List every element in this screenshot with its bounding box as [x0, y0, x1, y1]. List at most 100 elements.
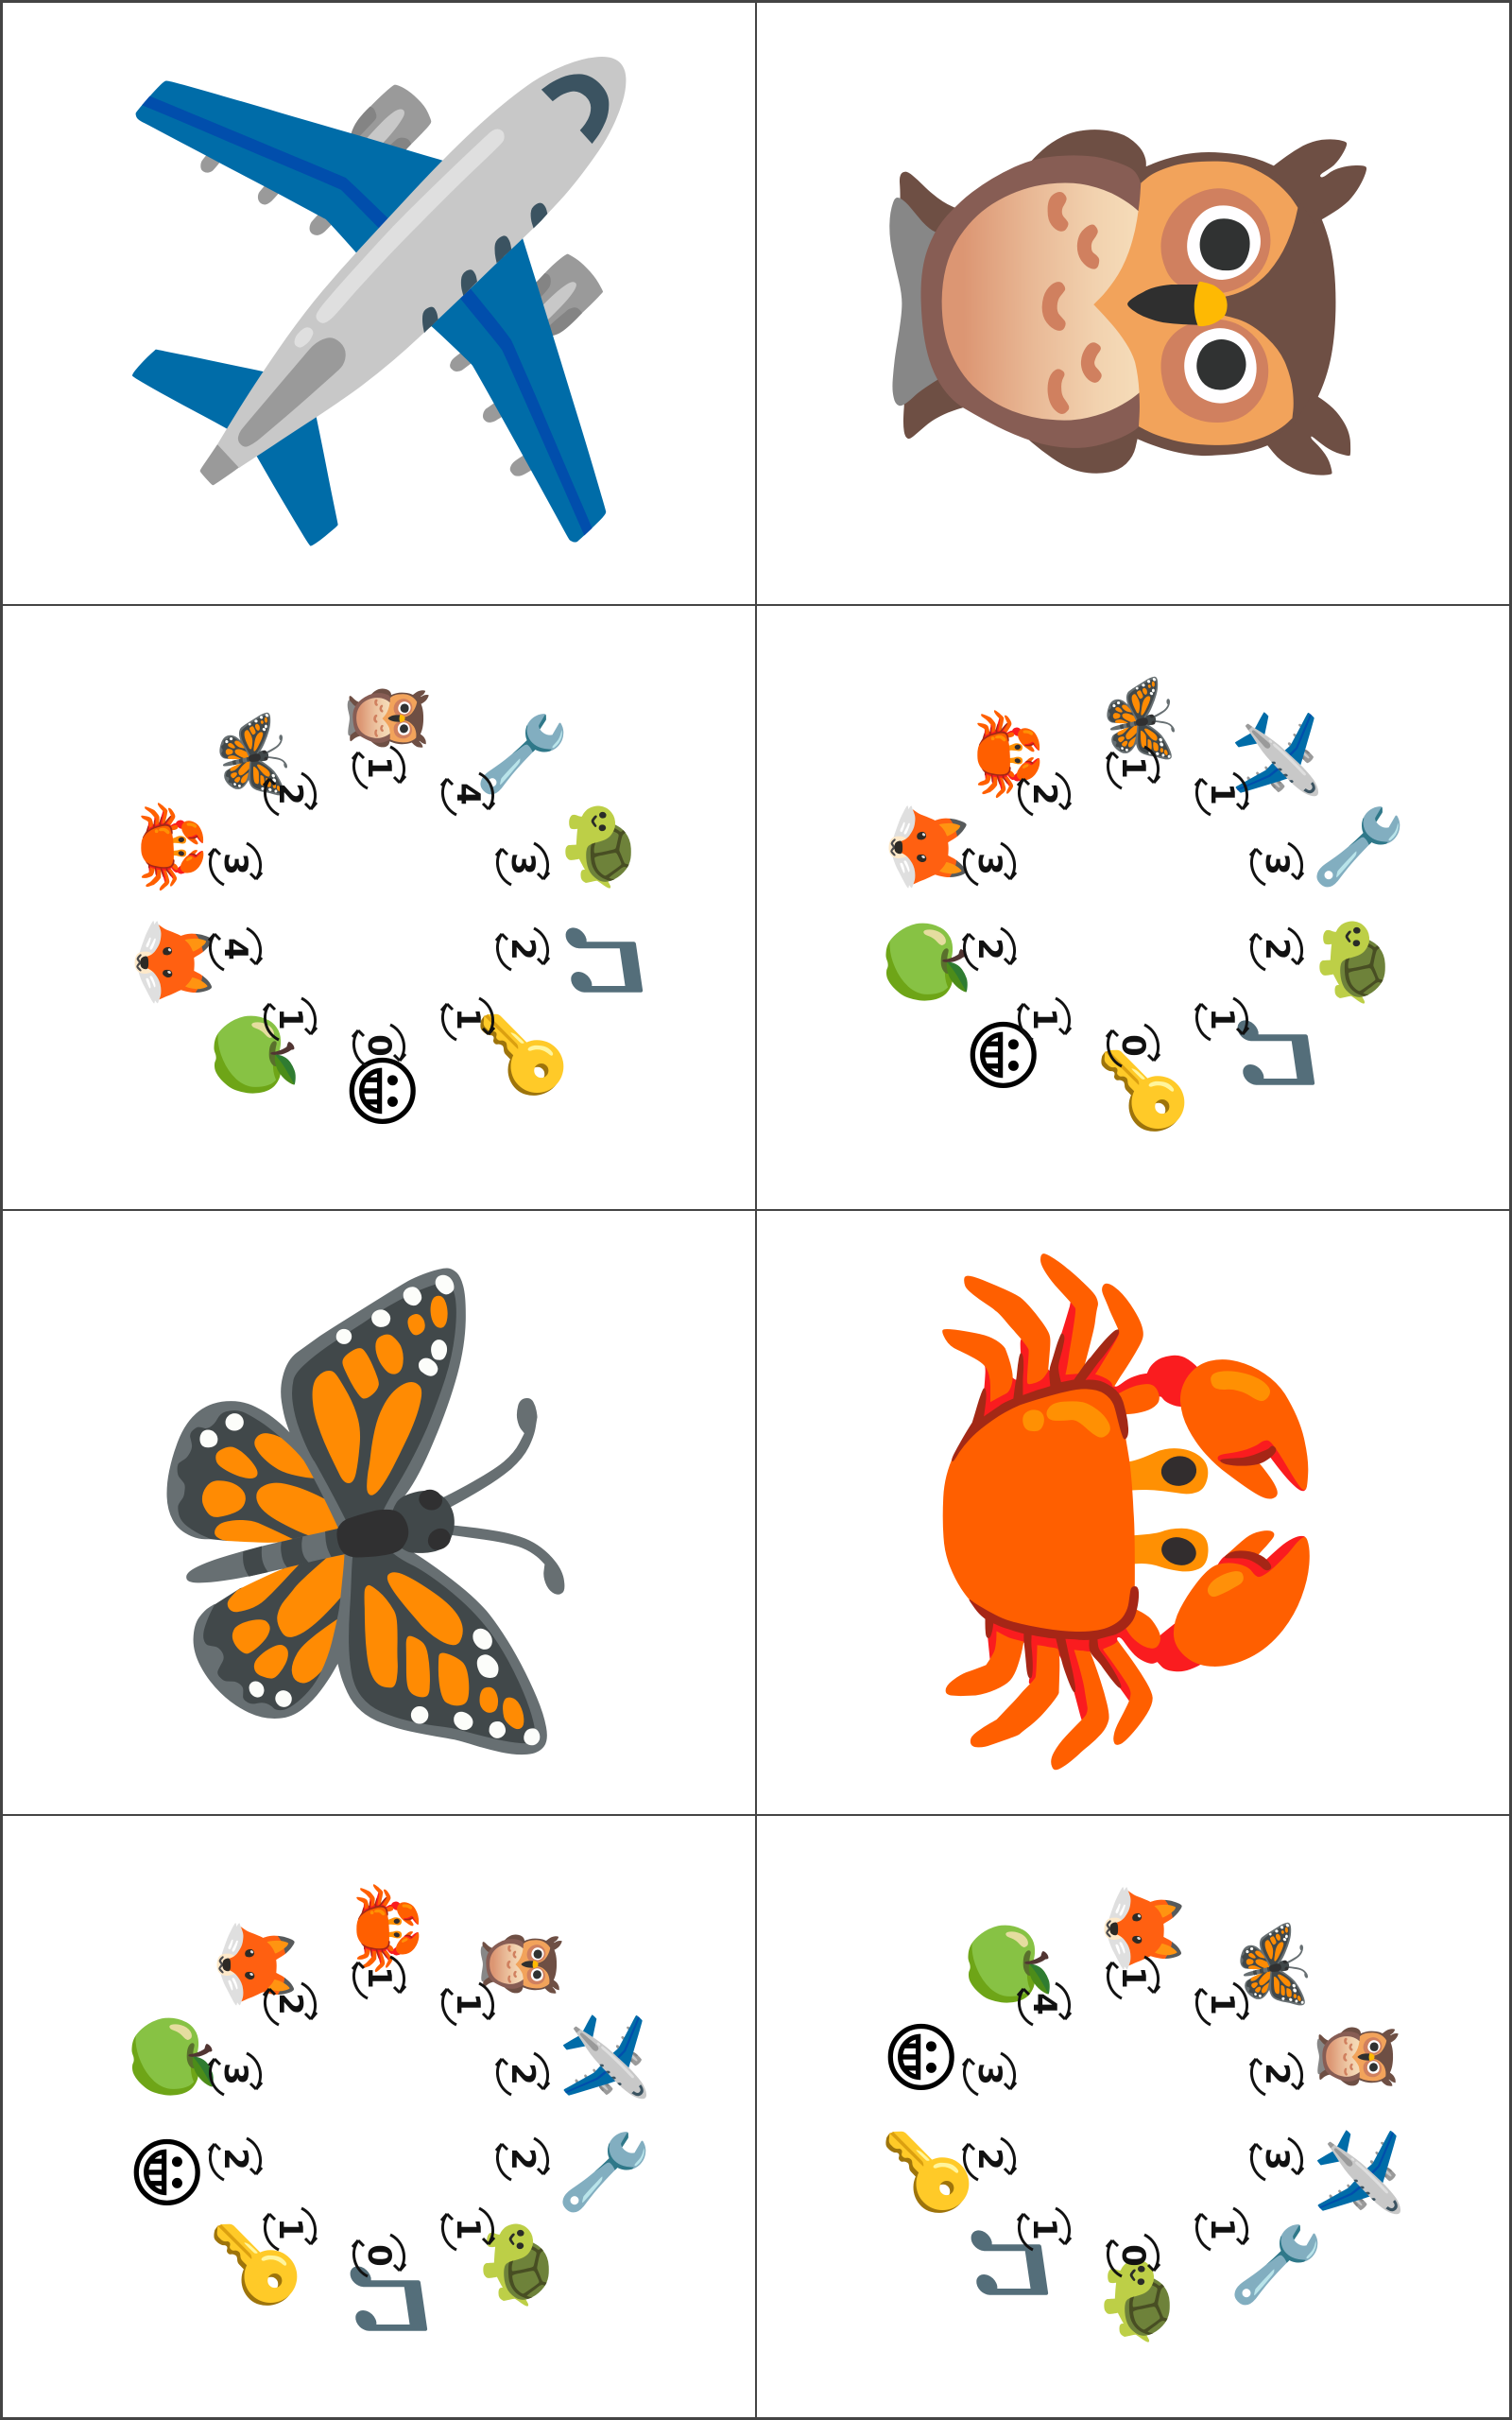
owl-icon: 🦉 [875, 26, 1392, 580]
count-number: 1 [1114, 755, 1152, 779]
count-number: 3 [1258, 852, 1297, 875]
count-number: 2 [504, 938, 542, 961]
count-marker: 3 [957, 832, 1022, 896]
count-marker: 1 [436, 1972, 500, 2036]
count-marker: 1 [1101, 1945, 1165, 2010]
symbol-ring: 🦊 1 🦋 1 🦉 2 ✈️ 3 🔧 1 🐢 0 🎵 1 🔑 2 😀 3 🍏 4 [757, 1816, 1509, 2417]
count-marker: 1 [1012, 987, 1076, 1051]
count-marker: 2 [490, 2127, 555, 2191]
card-2: 🦉 [756, 0, 1512, 605]
count-marker: 2 [1012, 762, 1076, 826]
count-number: 0 [360, 2244, 398, 2268]
card-sheet: ✈️ 🦉 🦉 1 🔧 4 🐢 3 🎵 2 🔑 1 😀 0 🍏 1 🦊 4 🦀 3 🦋 2 🦋 1 ✈️ 1 🔧 3 🐢 2 🎵 1 🔑 0 😀… [0, 0, 1512, 2420]
count-marker: 1 [1190, 2197, 1254, 2261]
airplane-icon: ✈️ [1314, 2125, 1403, 2220]
count-number: 0 [1114, 1034, 1152, 1058]
count-number: 2 [1024, 783, 1063, 805]
airplane-icon: ✈️ [560, 2010, 649, 2104]
count-marker: 4 [203, 917, 267, 981]
count-marker: 1 [436, 987, 500, 1051]
symbol-ring: 🦉 1 🔧 4 🐢 3 🎵 2 🔑 1 😀 0 🍏 1 🦊 4 🦀 3 🦋 2 [3, 606, 755, 1209]
count-marker: 2 [1245, 917, 1309, 981]
turtle-icon: 🐢 [1314, 915, 1403, 1010]
card-8: 🦊 1 🦋 1 🦉 2 ✈️ 3 🔧 1 🐢 0 🎵 1 🔑 2 😀 3 🍏 4 [756, 1815, 1512, 2420]
count-number: 1 [270, 1008, 309, 1030]
count-marker: 4 [436, 762, 500, 826]
airplane-icon: ✈️ [102, 44, 656, 562]
fox-icon: 🦊 [129, 915, 217, 1010]
count-number: 2 [970, 2148, 1008, 2171]
music-icon: 🎵 [560, 915, 649, 1010]
count-marker: 0 [1101, 1013, 1165, 1078]
turtle-icon: 🐢 [560, 800, 649, 894]
card-1: ✈️ [0, 0, 756, 605]
count-marker: 3 [203, 2042, 267, 2106]
card-5: 🦋 [0, 1210, 756, 1815]
count-number: 1 [1203, 2218, 1242, 2240]
count-number: 1 [1024, 2218, 1063, 2240]
count-marker: 1 [1190, 987, 1254, 1051]
count-marker: 2 [258, 762, 322, 826]
smiley-icon: 😀 [121, 2133, 210, 2212]
symbol-ring: 🦀 1 🦉 1 ✈️ 2 🔧 2 🐢 1 🎵 0 🔑 1 😀 2 🍏 3 🦊 2 [3, 1816, 755, 2417]
count-number: 3 [1258, 2148, 1297, 2171]
crab-icon: 🦀 [875, 1236, 1392, 1789]
card-7: 🦀 1 🦉 1 ✈️ 2 🔧 2 🐢 1 🎵 0 🔑 1 😀 2 🍏 3 🦊 2 [0, 1815, 756, 2420]
count-marker: 2 [258, 1972, 322, 2036]
count-marker: 2 [957, 2127, 1022, 2191]
count-number: 1 [1203, 1008, 1242, 1030]
count-number: 1 [1114, 1965, 1152, 1989]
fox-icon: 🦊 [883, 800, 971, 894]
count-number: 4 [449, 783, 488, 805]
count-marker: 4 [1012, 1972, 1076, 2036]
count-marker: 2 [203, 2127, 267, 2191]
count-number: 2 [1258, 938, 1297, 961]
card-3: 🦉 1 🔧 4 🐢 3 🎵 2 🔑 1 😀 0 🍏 1 🦊 4 🦀 3 🦋 2 [0, 605, 756, 1210]
count-number: 0 [1114, 2244, 1152, 2268]
count-number: 3 [970, 2062, 1008, 2085]
count-marker: 1 [1101, 735, 1165, 800]
count-marker: 3 [1245, 2127, 1309, 2191]
symbol-ring: 🦋 1 ✈️ 1 🔧 3 🐢 2 🎵 1 🔑 0 😀 1 🍏 2 🦊 3 🦀 2 [757, 606, 1509, 1209]
key-icon: 🔑 [883, 2125, 971, 2220]
apple-icon: 🍏 [883, 915, 971, 1010]
card-4: 🦋 1 ✈️ 1 🔧 3 🐢 2 🎵 1 🔑 0 😀 1 🍏 2 🦊 3 🦀 2 [756, 605, 1512, 1210]
count-number: 2 [270, 1993, 309, 2015]
count-number: 2 [970, 938, 1008, 961]
count-marker: 1 [1190, 762, 1254, 826]
count-number: 3 [504, 852, 542, 875]
count-marker: 1 [258, 2197, 322, 2261]
count-number: 2 [504, 2148, 542, 2171]
count-marker: 1 [436, 2197, 500, 2261]
count-number: 2 [504, 2062, 542, 2085]
count-marker: 0 [347, 1013, 411, 1078]
card-6: 🦀 [756, 1210, 1512, 1815]
count-marker: 2 [490, 917, 555, 981]
count-number: 1 [270, 2218, 309, 2240]
count-marker: 1 [347, 1945, 411, 2010]
wrench-icon: 🔧 [560, 2125, 649, 2220]
count-number: 1 [449, 1008, 488, 1030]
count-marker: 3 [1245, 832, 1309, 896]
count-number: 2 [270, 783, 309, 805]
count-number: 2 [215, 2148, 254, 2171]
count-number: 4 [1024, 1993, 1063, 2015]
count-number: 1 [449, 2218, 488, 2240]
count-marker: 3 [203, 832, 267, 896]
smiley-icon: 😀 [875, 2017, 964, 2097]
count-number: 3 [215, 2062, 254, 2085]
count-marker: 2 [957, 917, 1022, 981]
count-number: 3 [215, 852, 254, 875]
count-number: 1 [1203, 783, 1242, 805]
count-marker: 1 [258, 987, 322, 1051]
apple-icon: 🍏 [129, 2010, 217, 2104]
count-marker: 0 [1101, 2223, 1165, 2288]
count-number: 1 [1203, 1993, 1242, 2015]
count-marker: 3 [957, 2042, 1022, 2106]
count-number: 3 [970, 852, 1008, 875]
count-marker: 3 [490, 832, 555, 896]
count-marker: 1 [347, 735, 411, 800]
count-marker: 2 [1245, 2042, 1309, 2106]
count-number: 0 [360, 1034, 398, 1058]
count-number: 1 [449, 1993, 488, 2015]
